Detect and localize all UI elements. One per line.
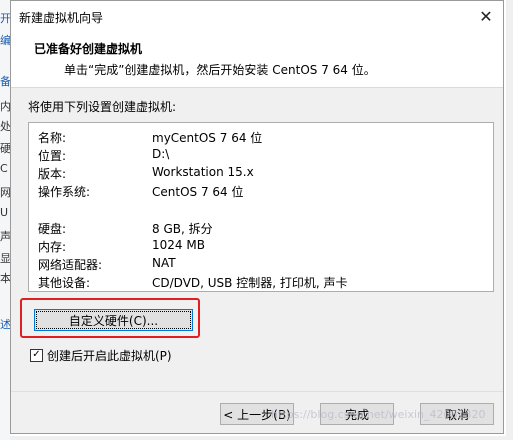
header-subtitle: 单击“完成”创建虚拟机，然后开始安装 CentOS 7 64 位。 xyxy=(64,63,376,77)
summary-value: CD/DVD, USB 控制器, 打印机, 声卡 xyxy=(152,276,348,290)
background-right-edge xyxy=(506,0,513,440)
finish-button[interactable]: 完成 xyxy=(320,403,394,425)
wizard-header: 已准备好创建虚拟机 单击“完成”创建虚拟机，然后开始安装 CentOS 7 64… xyxy=(11,31,503,88)
summary-value: D:\ xyxy=(152,147,170,161)
background-bottom-edge xyxy=(10,436,506,440)
dialog-title: 新建虚拟机向导 xyxy=(19,11,104,25)
power-on-option[interactable]: ✓ 创建后开启此虚拟机(P) xyxy=(30,347,172,363)
summary-value: myCentOS 7 64 位 xyxy=(152,131,263,145)
summary-value: 8 GB, 拆分 xyxy=(152,222,213,236)
summary-value: CentOS 7 64 位 xyxy=(152,185,244,199)
summary-key: 网络适配器: xyxy=(38,258,103,272)
summary-key: 位置: xyxy=(38,149,67,163)
background-glyph: 声 xyxy=(0,230,10,243)
background-glyph: 网 xyxy=(0,186,10,199)
power-on-checkbox[interactable]: ✓ xyxy=(30,348,43,362)
summary-key: 硬盘: xyxy=(38,222,67,236)
summary-key: 操作系统: xyxy=(38,185,91,199)
background-app-strip: 开 编 备 内 处 硬 C 网 U 声 显 本 述 xyxy=(0,0,10,440)
summary-key: 名称: xyxy=(38,131,67,145)
summary-key: 版本: xyxy=(38,167,67,181)
background-glyph: 述 xyxy=(0,318,10,331)
close-icon[interactable]: ✕ xyxy=(469,1,503,31)
background-glyph: 显 xyxy=(0,252,10,265)
summary-value: Workstation 15.x xyxy=(152,165,254,179)
title-bar[interactable]: 新建虚拟机向导 ✕ xyxy=(11,1,503,31)
background-glyph: 开 xyxy=(0,12,10,25)
background-glyph: 硬 xyxy=(0,142,10,155)
vm-settings-summary[interactable]: 名称: myCentOS 7 64 位 位置: D:\ 版本: Workstat… xyxy=(28,122,494,292)
background-glyph: 备 xyxy=(0,75,10,88)
background-glyph: 本 xyxy=(0,272,10,285)
summary-key: 内存: xyxy=(38,240,67,254)
background-glyph: C xyxy=(0,162,8,175)
summary-key: 其他设备: xyxy=(38,276,91,290)
summary-intro: 将使用下列设置创建虚拟机: xyxy=(28,100,177,114)
background-glyph: 处 xyxy=(0,120,10,133)
cancel-button[interactable]: 取消 xyxy=(420,403,494,425)
back-button[interactable]: < 上一步(B) xyxy=(220,403,294,425)
header-title: 已准备好创建虚拟机 xyxy=(34,42,143,56)
background-glyph: 编 xyxy=(0,34,10,47)
summary-value: NAT xyxy=(152,256,176,270)
power-on-label[interactable]: 创建后开启此虚拟机(P) xyxy=(47,347,172,364)
summary-value: 1024 MB xyxy=(152,238,205,252)
background-glyph: 内 xyxy=(0,100,10,113)
new-vm-wizard-dialog: 新建虚拟机向导 ✕ 已准备好创建虚拟机 单击“完成”创建虚拟机，然后开始安装 C… xyxy=(10,0,504,434)
footer-divider xyxy=(11,391,503,392)
background-glyph: U xyxy=(0,206,9,219)
customize-hardware-button[interactable]: 自定义硬件(C)... xyxy=(34,309,193,331)
